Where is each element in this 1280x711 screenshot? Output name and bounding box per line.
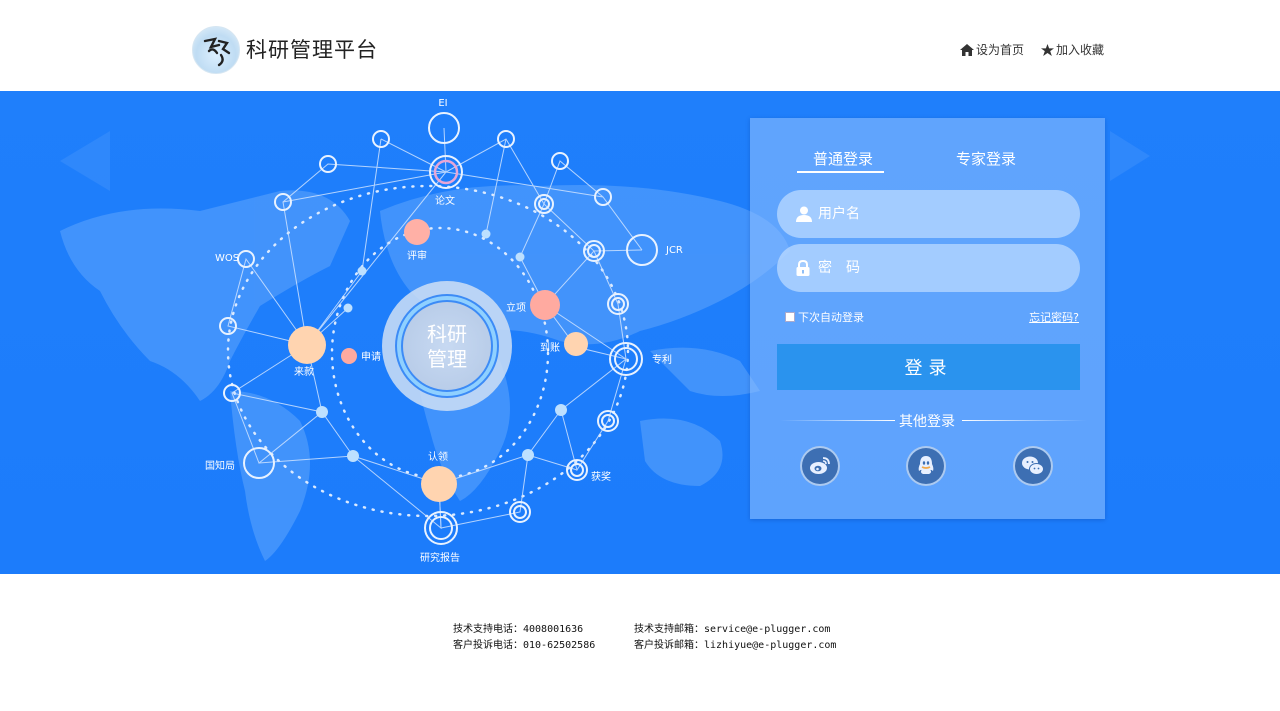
header-links: 设为首页 加入收藏 [959, 41, 1104, 58]
wechat-login-button[interactable] [1013, 446, 1053, 486]
complaint-email: 客户投诉邮箱：lizhiyue@e-plugger.com [634, 640, 837, 651]
login-panel: 普通登录 专家登录 下次自动登录 忘记密码? 登录 其他登录 [750, 118, 1105, 519]
remember-me[interactable]: 下次自动登录 [785, 309, 864, 325]
add-favorite-link[interactable]: 加入收藏 [1040, 41, 1104, 58]
site-footer: 技术支持电话：4008001636 客户投诉电话：010-62502586 技术… [0, 574, 1280, 711]
star-icon [1040, 43, 1054, 56]
node-label-huojiang: 获奖 [591, 470, 611, 483]
home-icon [959, 43, 974, 56]
tab-expert-login[interactable]: 专家登录 [956, 148, 1016, 169]
qq-login-button[interactable] [906, 446, 946, 486]
remember-checkbox[interactable] [785, 312, 795, 322]
set-homepage-label: 设为首页 [975, 43, 1024, 57]
login-button[interactable]: 登录 [777, 344, 1080, 390]
divider-right [962, 420, 1087, 421]
node-label-zhuanli: 专利 [652, 353, 672, 366]
tech-support-email: 技术支持邮箱：service@e-plugger.com [634, 624, 831, 635]
node-label-renling: 认领 [428, 450, 448, 463]
lock-icon [796, 260, 810, 276]
node-label-wos: WOS [215, 253, 239, 264]
node-label-guozhiju: 国知局 [205, 459, 235, 472]
hub-label-line1: 科研 [427, 322, 467, 346]
wechat-icon [1022, 456, 1044, 475]
logo [192, 26, 240, 74]
other-login-divider: 其他登录 [750, 411, 1105, 431]
divider-left [780, 420, 895, 421]
username-input[interactable] [818, 190, 1058, 238]
node-label-daozhang: 到账 [540, 342, 560, 354]
qq-icon [918, 456, 934, 474]
password-input[interactable] [818, 244, 1058, 292]
node-label-laikuan: 来款 [294, 365, 314, 378]
footer-emails: 技术支持邮箱：service@e-plugger.com 客户投诉邮箱：lizh… [634, 622, 836, 654]
username-field-wrapper [777, 190, 1080, 238]
password-field-wrapper [777, 244, 1080, 292]
add-favorite-label: 加入收藏 [1055, 43, 1104, 57]
footer-phones: 技术支持电话：4008001636 客户投诉电话：010-62502586 [453, 622, 595, 654]
site-header: 科研管理平台 设为首页 加入收藏 [0, 0, 1280, 91]
tab-normal-login[interactable]: 普通登录 [813, 148, 873, 169]
complaint-phone: 客户投诉电话：010-62502586 [453, 640, 596, 651]
node-label-shenqing: 申请 [361, 350, 381, 363]
forgot-password-link[interactable]: 忘记密码? [1029, 309, 1079, 325]
other-login-label: 其他登录 [899, 414, 955, 430]
weibo-login-button[interactable] [800, 446, 840, 486]
active-tab-indicator [797, 171, 884, 173]
user-icon [796, 206, 812, 222]
site-title: 科研管理平台 [246, 38, 378, 62]
node-label-pingshen: 评审 [407, 249, 427, 262]
node-label-jcr: JCR [665, 245, 683, 256]
tech-support-phone: 技术支持电话：4008001636 [453, 624, 584, 635]
weibo-icon [810, 457, 830, 474]
node-label-lixiang: 立项 [506, 301, 526, 314]
hub-label-line2: 管理 [427, 347, 467, 371]
node-label-lunwen: 论文 [435, 194, 455, 207]
remember-label: 下次自动登录 [798, 311, 864, 324]
login-tabs: 普通登录 专家登录 [750, 148, 1105, 174]
node-label-ei: EI [438, 98, 447, 109]
node-label-yanjiubaogao: 研究报告 [420, 551, 460, 564]
set-homepage-link[interactable]: 设为首页 [959, 41, 1024, 58]
